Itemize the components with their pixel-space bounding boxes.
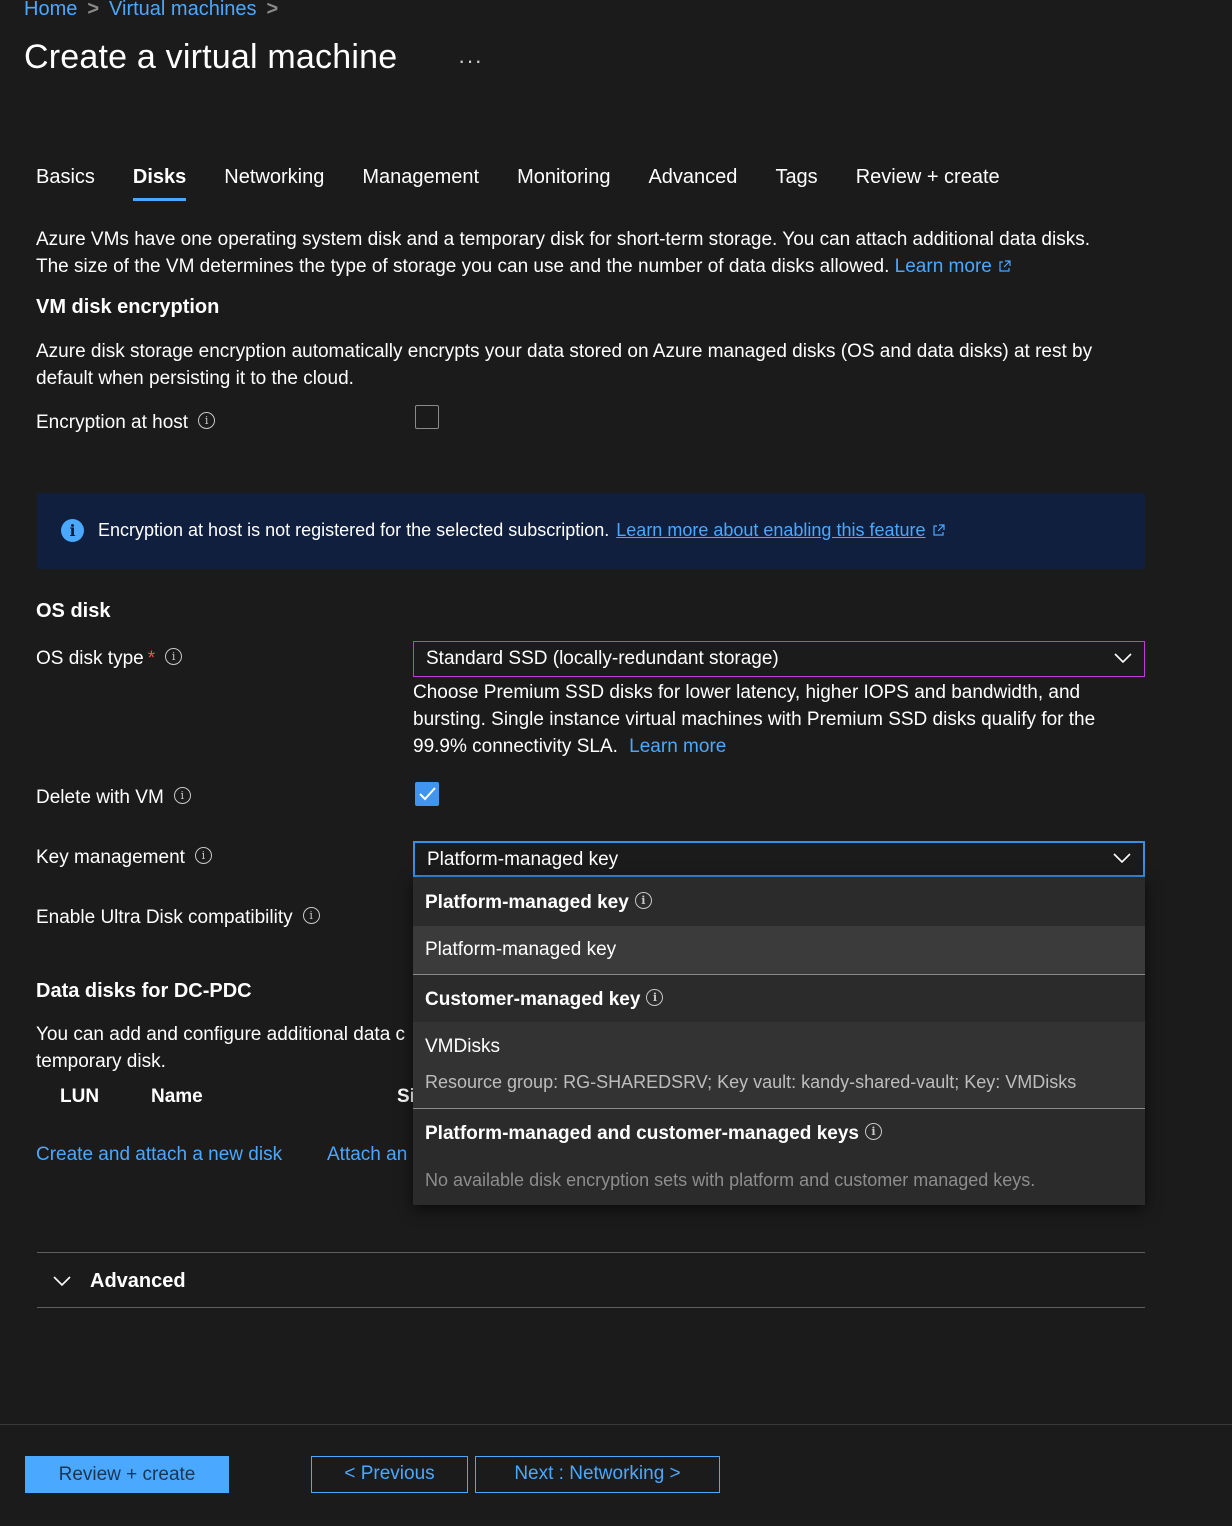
option-vmdisks[interactable]: VMDisks Resource group: RG-SHAREDSRV; Ke… <box>413 1022 1145 1108</box>
premium-ssd-learn-more-link[interactable]: Learn more <box>629 736 726 757</box>
key-management-dropdown: Platform-managed key i Platform-managed k… <box>413 877 1145 1205</box>
tab-management[interactable]: Management <box>362 166 479 201</box>
tab-monitoring[interactable]: Monitoring <box>517 166 610 201</box>
tab-disks[interactable]: Disks <box>132 166 187 201</box>
attach-existing-disk-link[interactable]: Attach an <box>327 1144 407 1166</box>
key-management-label: Key management i <box>36 847 212 869</box>
footer-divider <box>0 1424 1232 1425</box>
info-icon[interactable]: i <box>302 907 320 925</box>
os-disk-type-select[interactable]: Standard SSD (locally-redundant storage) <box>413 641 1145 677</box>
checkmark-icon <box>419 787 436 801</box>
divider <box>413 974 1145 975</box>
info-icon[interactable]: i <box>198 412 216 430</box>
column-header-lun: LUN <box>60 1086 100 1107</box>
intro-text: Azure VMs have one operating system disk… <box>36 229 1090 277</box>
info-icon[interactable]: i <box>165 648 183 666</box>
os-disk-type-label: OS disk type * i <box>36 648 183 670</box>
advanced-label: Advanced <box>90 1270 186 1292</box>
delete-with-vm-checkbox[interactable] <box>415 782 439 806</box>
breadcrumb-home[interactable]: Home <box>24 0 77 20</box>
encryption-at-host-checkbox[interactable] <box>415 405 439 429</box>
data-disks-description: You can add and configure additional dat… <box>36 1024 406 1072</box>
divider <box>37 1307 1145 1308</box>
info-icon[interactable]: i <box>864 1123 882 1141</box>
encryption-at-host-label: Encryption at host i <box>36 412 216 434</box>
group-platform-and-customer: Platform-managed and customer-managed ke… <box>413 1123 1145 1145</box>
group-platform-managed: Platform-managed key i <box>413 892 1145 914</box>
info-icon[interactable]: i <box>646 989 664 1007</box>
chevron-down-icon <box>1113 853 1131 864</box>
divider <box>413 1108 1145 1109</box>
info-filled-icon: i <box>61 519 84 542</box>
encryption-description: Azure disk storage encryption automatica… <box>36 341 1093 389</box>
chevron-down-icon <box>53 1276 71 1287</box>
breadcrumb-virtual-machines[interactable]: Virtual machines <box>109 0 256 20</box>
review-create-button[interactable]: Review + create <box>25 1456 229 1493</box>
key-management-select[interactable]: Platform-managed key <box>413 841 1145 877</box>
chevron-right-icon: > <box>266 0 279 20</box>
info-icon[interactable]: i <box>173 787 191 805</box>
learn-more-enabling-link[interactable]: Learn more about enabling this feature <box>616 520 925 540</box>
chevron-right-icon: > <box>87 0 100 20</box>
external-link-icon <box>999 260 1011 272</box>
tab-basics[interactable]: Basics <box>36 166 95 201</box>
info-icon[interactable]: i <box>634 892 652 910</box>
tab-tags[interactable]: Tags <box>775 166 817 201</box>
tab-advanced[interactable]: Advanced <box>648 166 737 201</box>
page-title: Create a virtual machine <box>24 38 398 76</box>
ultra-disk-label: Enable Ultra Disk compatibility i <box>36 907 320 929</box>
create-attach-disk-link[interactable]: Create and attach a new disk <box>36 1144 282 1166</box>
option-platform-managed-key[interactable]: Platform-managed key <box>413 926 1145 974</box>
next-networking-button[interactable]: Next : Networking > <box>475 1456 720 1493</box>
learn-more-link[interactable]: Learn more <box>895 256 992 277</box>
breadcrumb: Home > Virtual machines > <box>24 0 288 21</box>
info-icon[interactable]: i <box>194 847 212 865</box>
group-customer-managed: Customer-managed key i <box>413 989 1145 1011</box>
previous-button[interactable]: < Previous <box>311 1456 468 1493</box>
info-banner: i Encryption at host is not registered f… <box>37 493 1145 569</box>
os-disk-heading: OS disk <box>36 600 111 622</box>
encryption-heading: VM disk encryption <box>36 296 220 318</box>
data-disks-heading: Data disks for DC-PDC <box>36 980 252 1002</box>
more-options-icon[interactable]: ··· <box>458 48 483 74</box>
column-header-name: Name <box>151 1086 203 1107</box>
required-indicator: * <box>147 648 156 669</box>
no-encryption-sets-message: No available disk encryption sets with p… <box>425 1170 1036 1190</box>
tab-review-create[interactable]: Review + create <box>856 166 1000 201</box>
divider <box>37 1252 1145 1253</box>
chevron-down-icon <box>1114 653 1132 664</box>
tab-networking[interactable]: Networking <box>224 166 324 201</box>
delete-with-vm-label: Delete with VM i <box>36 787 191 809</box>
external-link-icon <box>932 524 945 536</box>
tab-bar: Basics Disks Networking Management Monit… <box>36 166 1038 201</box>
os-disk-help-text: Choose Premium SSD disks for lower laten… <box>413 682 1096 757</box>
